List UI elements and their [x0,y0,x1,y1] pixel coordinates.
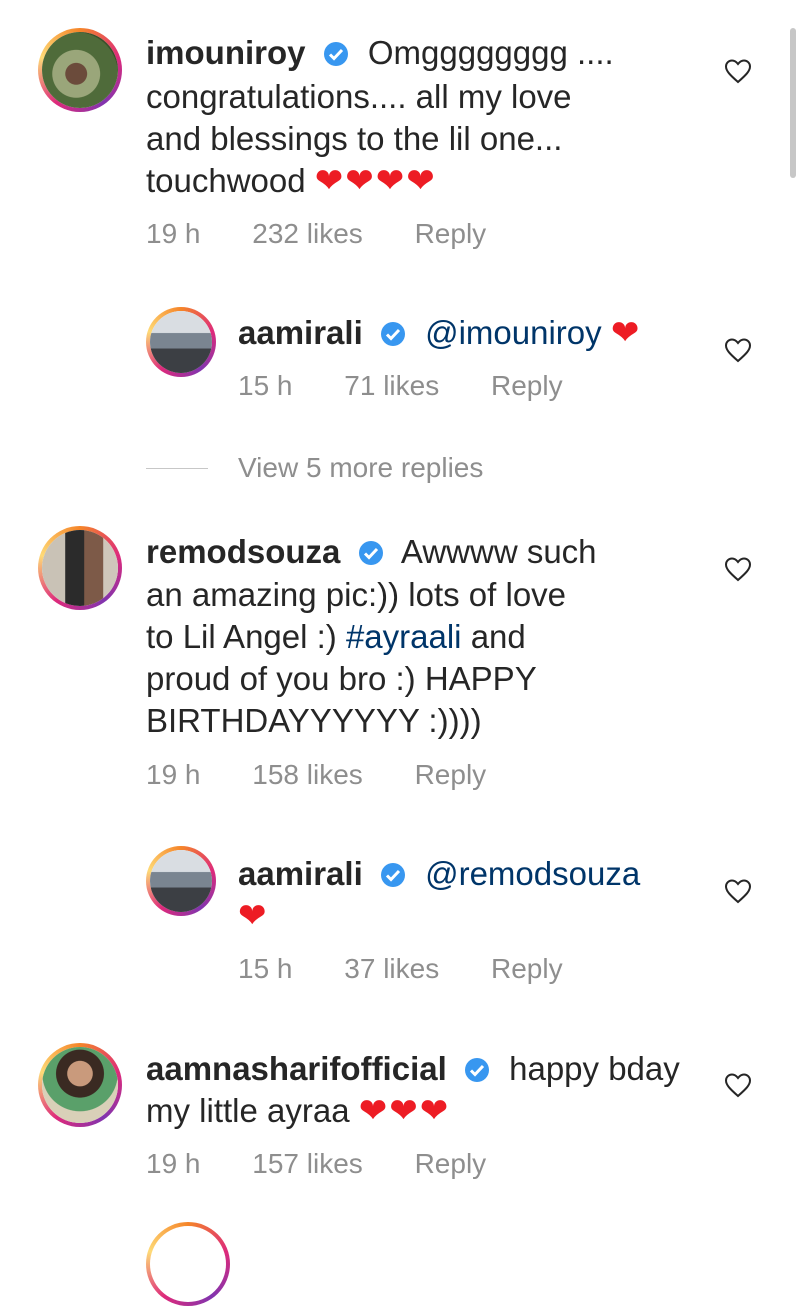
comment-text-line: proud of you bro :) HAPPY [146,660,537,697]
profile-photo [150,311,212,373]
reply-button[interactable]: Reply [491,370,563,401]
heart-emoji: ❤ [610,314,642,352]
reply-button[interactable]: Reply [415,1148,487,1179]
reply-button[interactable]: Reply [415,218,487,249]
avatar[interactable] [38,1043,122,1127]
avatar[interactable] [146,846,216,916]
reply-button[interactable]: Reply [415,759,487,790]
username[interactable]: aamnasharifofficial [146,1050,447,1087]
comment-text-line: touchwood [146,162,306,199]
mention-link[interactable]: @imouniroy [425,314,602,351]
username[interactable]: aamirali [238,314,363,351]
comment-text-fragment: and [461,618,526,655]
profile-photo [150,850,212,912]
heart-outline-icon[interactable] [724,58,752,86]
comment-text-line: congratulations.... all my love [146,78,572,115]
username[interactable]: imouniroy [146,34,306,71]
avatar[interactable] [38,526,122,610]
avatar[interactable] [38,28,122,112]
comment-text: happy bday [509,1050,680,1087]
heart-emoji: ❤ [238,897,269,935]
comment-time: 19 h [146,218,201,249]
view-more-replies-button[interactable]: View 5 more replies [146,448,483,488]
heart-outline-icon[interactable] [724,337,752,365]
comment-likes[interactable]: 71 likes [344,370,439,401]
profile-photo [42,530,118,606]
heart-emoji: ❤❤❤❤ [314,162,437,200]
heart-outline-icon[interactable] [724,556,752,584]
mention-link[interactable]: @remodsouza [425,855,640,892]
comment-likes[interactable]: 157 likes [252,1148,363,1179]
comment-likes[interactable]: 232 likes [252,218,363,249]
verified-badge-icon [358,541,383,565]
verified-badge-icon [323,42,348,66]
verified-badge-icon [464,1058,489,1082]
avatar[interactable] [146,1222,230,1306]
comment-time: 19 h [146,1148,201,1179]
comment-likes[interactable]: 37 likes [344,953,439,984]
profile-photo [42,1047,118,1123]
view-more-label: View 5 more replies [238,452,484,483]
comment-text: Awwww such [400,533,597,570]
comment-text-line: to Lil Angel :) [146,618,346,655]
comment-time: 19 h [146,759,201,790]
profile-photo [42,32,118,108]
comment-likes[interactable]: 158 likes [252,759,363,790]
username[interactable]: remodsouza [146,533,340,570]
heart-emoji: ❤❤❤ [358,1092,451,1130]
username[interactable]: aamirali [238,855,363,892]
comment-text-line: my little ayraa [146,1092,350,1129]
verified-badge-icon [380,322,405,346]
reply-button[interactable]: Reply [491,953,563,984]
scrollbar[interactable] [790,28,796,178]
comment-text-line: and blessings to the lil one... [146,120,563,157]
comment-time: 15 h [238,953,293,984]
hashtag-link[interactable]: #ayraali [346,618,462,655]
heart-outline-icon[interactable] [724,878,752,906]
comment-text: Omgggggggg .... [367,34,614,71]
comment-text-line: an amazing pic:)) lots of love [146,576,567,613]
divider [146,467,208,469]
avatar[interactable] [146,307,216,377]
comment-time: 15 h [238,370,293,401]
heart-outline-icon[interactable] [724,1072,752,1100]
comment-text-line: BIRTHDAYYYYYY :)))) [146,702,482,739]
verified-badge-icon [380,863,405,887]
